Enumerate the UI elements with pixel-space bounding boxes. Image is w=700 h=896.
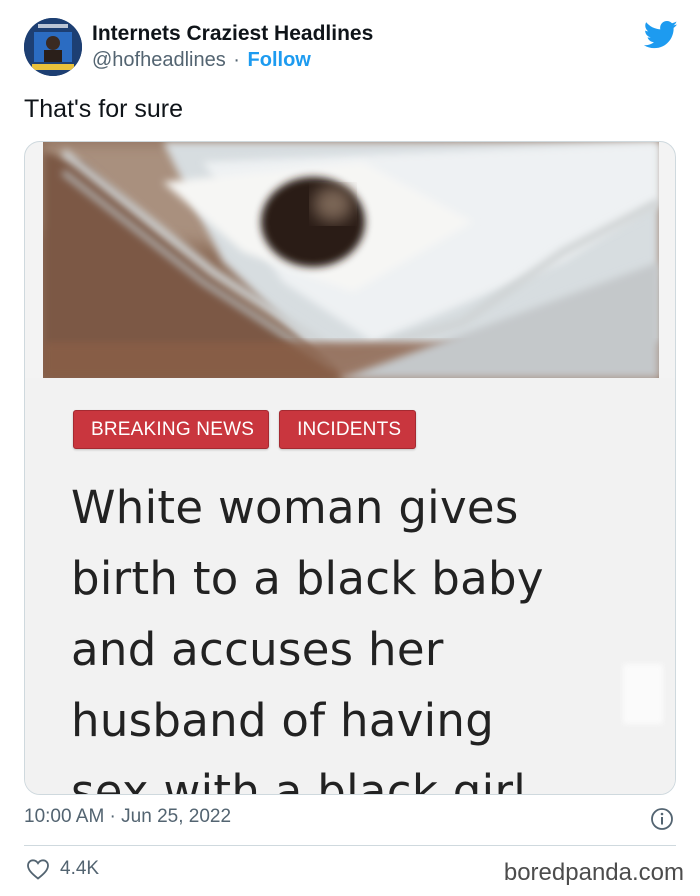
image-artifact bbox=[623, 664, 663, 724]
author-meta: @hofheadlines · Follow bbox=[92, 49, 311, 72]
headline-image: BREAKING NEWS INCIDENTS White woman give… bbox=[25, 378, 675, 795]
author-handle[interactable]: @hofheadlines bbox=[92, 49, 226, 71]
baby-photo bbox=[43, 142, 659, 378]
tweet-timestamp[interactable]: 10:00 AM · Jun 25, 2022 bbox=[24, 806, 231, 828]
divider bbox=[24, 845, 676, 846]
twitter-bird-icon[interactable] bbox=[644, 20, 678, 50]
headline-line: birth to a black baby bbox=[71, 552, 544, 605]
tweet-text: That's for sure bbox=[24, 95, 183, 123]
headline-line: White woman gives bbox=[71, 481, 519, 534]
headline-line: and accuses her bbox=[71, 623, 444, 676]
like-button[interactable]: 4.4K bbox=[26, 858, 99, 880]
watermark: boredpanda.com bbox=[503, 859, 684, 886]
heart-icon[interactable] bbox=[26, 858, 50, 880]
badge-breaking-news: BREAKING NEWS bbox=[73, 410, 270, 449]
headline-line: husband of having bbox=[71, 694, 495, 747]
badge-list: BREAKING NEWS INCIDENTS bbox=[73, 410, 417, 449]
avatar[interactable] bbox=[24, 18, 82, 76]
avatar-image bbox=[24, 18, 82, 76]
badge-incidents: INCIDENTS bbox=[279, 410, 417, 449]
headline-line: sex with a black girl bbox=[71, 765, 527, 795]
author-name[interactable]: Internets Craziest Headlines bbox=[92, 22, 373, 46]
tweet-card: Internets Craziest Headlines @hofheadlin… bbox=[0, 0, 700, 896]
follow-button[interactable]: Follow bbox=[248, 49, 311, 71]
like-count: 4.4K bbox=[60, 858, 100, 879]
tweet-media[interactable]: BREAKING NEWS INCIDENTS White woman give… bbox=[24, 141, 676, 795]
article-headline: White woman gives birth to a black baby … bbox=[71, 472, 671, 795]
info-icon[interactable] bbox=[650, 807, 674, 831]
separator-dot: · bbox=[233, 49, 240, 71]
